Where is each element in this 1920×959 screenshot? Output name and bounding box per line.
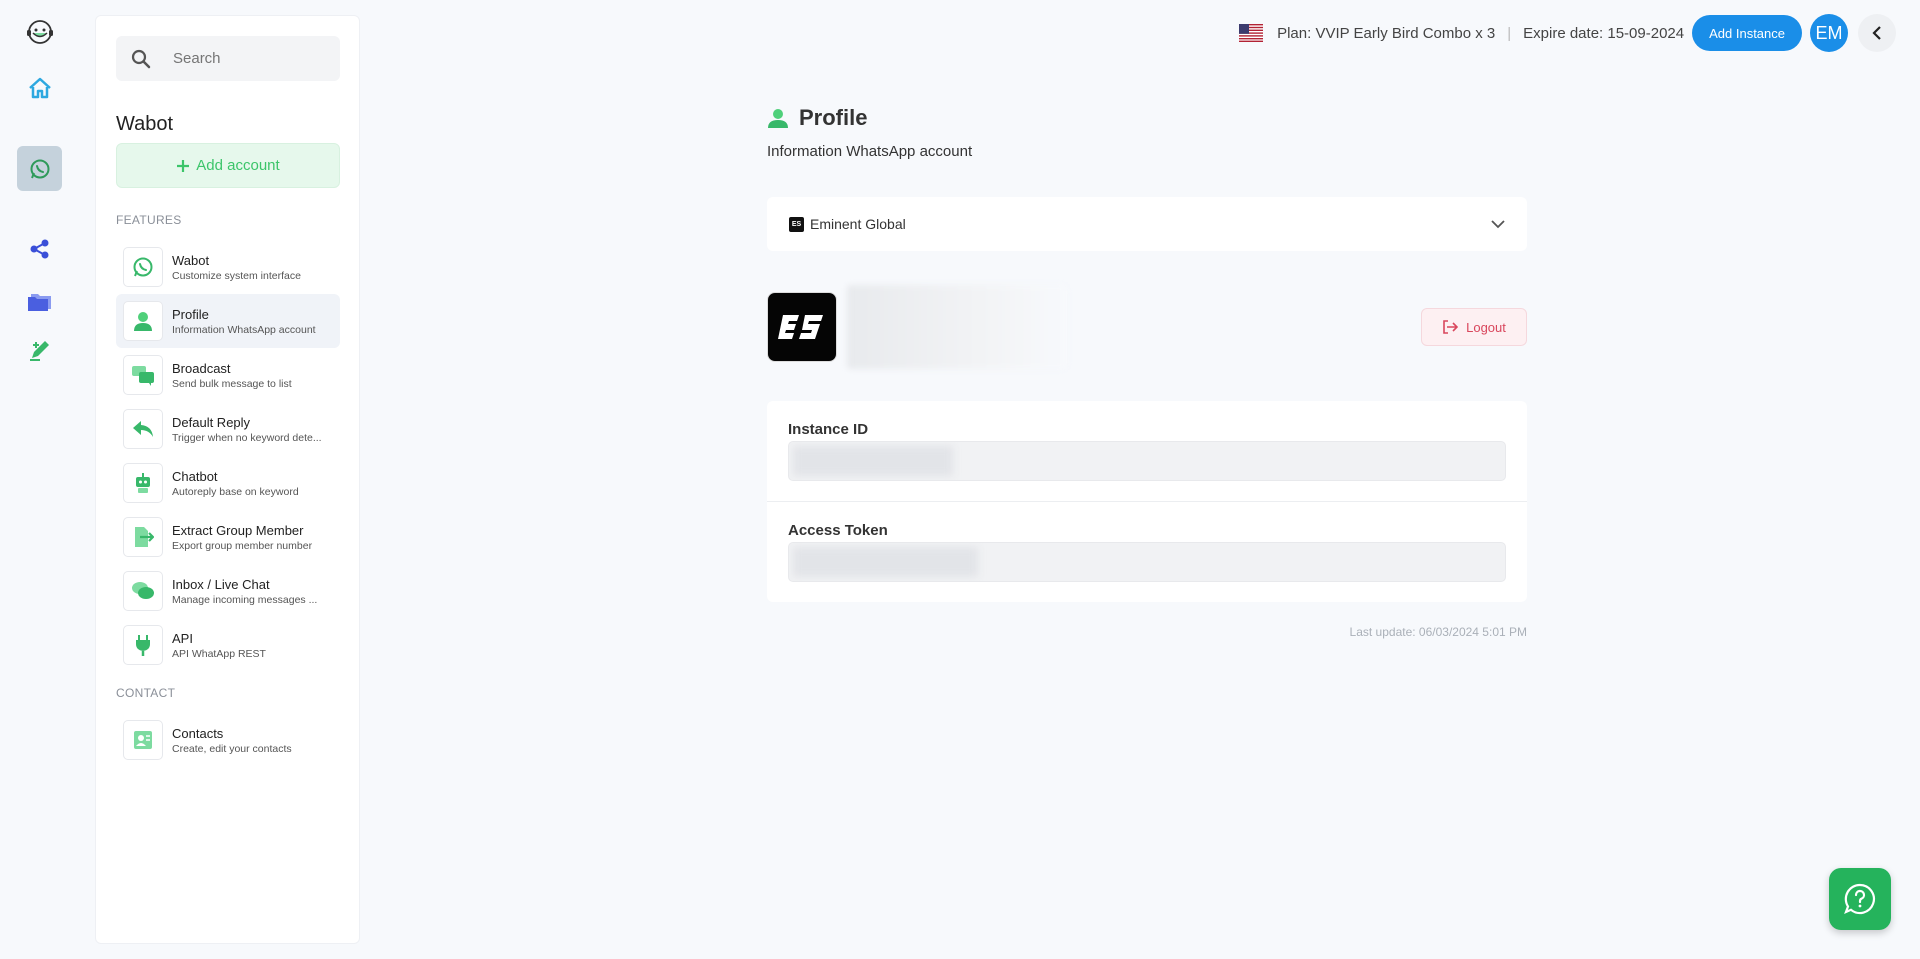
feature-wabot[interactable]: Wabot Customize system interface — [116, 240, 340, 294]
feature-title: Profile — [172, 306, 209, 322]
feature-subtitle: Export group member number — [172, 539, 313, 552]
instance-id-field: Instance ID — [767, 401, 1527, 501]
access-token-label: Access Token — [788, 522, 888, 539]
feature-subtitle: Customize system interface — [172, 269, 301, 282]
account-select[interactable]: ES Eminent Global — [767, 197, 1527, 251]
feature-subtitle: Send bulk message to list — [172, 377, 292, 390]
logout-label: Logout — [1466, 319, 1506, 335]
feature-broadcast[interactable]: Broadcast Send bulk message to list — [116, 348, 340, 402]
feature-title: Inbox / Live Chat — [172, 576, 270, 592]
separator: | — [1507, 24, 1512, 42]
user-icon — [123, 301, 163, 341]
feature-api[interactable]: API API WhatApp REST — [116, 618, 340, 672]
search-icon — [131, 49, 151, 68]
home-icon[interactable] — [17, 65, 62, 110]
instance-id-label: Instance ID — [788, 421, 869, 438]
help-chat-button[interactable] — [1829, 868, 1891, 930]
logout-button[interactable]: Logout — [1421, 308, 1527, 346]
access-token-field: Access Token — [767, 501, 1527, 602]
file-export-icon — [123, 517, 163, 557]
reply-icon — [123, 409, 163, 449]
feature-contacts[interactable]: Contacts Create, edit your contacts — [116, 713, 340, 767]
access-token-value[interactable] — [788, 542, 1506, 582]
logout-icon — [1443, 320, 1459, 334]
chevron-left-icon — [1872, 26, 1881, 40]
sidebar: Wabot Add account FEATURES WabotCustomiz… — [95, 15, 360, 944]
last-update-text: Last update: 06/03/2024 5:01 PM — [1349, 625, 1527, 639]
feature-title: Chatbot — [172, 468, 218, 484]
us-flag-icon — [1239, 24, 1264, 42]
feature-title: Extract Group Member — [172, 522, 304, 538]
feature-subtitle: Information WhatsApp account — [172, 323, 316, 336]
add-account-label: Add account — [196, 157, 280, 174]
edit-icon[interactable] — [17, 327, 62, 372]
feature-title: Contacts — [172, 725, 224, 741]
robot-icon — [123, 463, 163, 503]
plug-icon — [123, 625, 163, 665]
sidebar-title: Wabot — [116, 113, 174, 135]
feature-subtitle: Autoreply base on keyword — [172, 485, 299, 498]
page-subtitle: Information WhatsApp account — [767, 143, 973, 160]
support-bot-icon[interactable] — [17, 10, 62, 55]
feature-subtitle: Trigger when no keyword dete... — [172, 431, 322, 444]
search-input[interactable] — [173, 50, 323, 67]
add-account-button[interactable]: Add account — [116, 143, 340, 188]
feature-title: Wabot — [172, 252, 210, 268]
feature-inbox-live-chat[interactable]: Inbox / Live Chat Manage incoming message… — [116, 564, 340, 618]
chat-icon — [123, 571, 163, 611]
contact-card-icon — [123, 720, 163, 760]
folder-icon[interactable] — [17, 277, 62, 322]
whatsapp-icon — [123, 247, 163, 287]
features-section-label: FEATURES — [116, 213, 182, 227]
question-chat-icon — [1844, 883, 1875, 915]
user-icon — [768, 109, 788, 128]
avatar[interactable]: EM — [1810, 14, 1848, 52]
instance-id-value[interactable] — [788, 441, 1506, 481]
chevron-down-icon — [1491, 220, 1505, 229]
credentials-panel: Instance ID Access Token — [767, 401, 1527, 602]
feature-title: API — [172, 630, 193, 646]
profile-logo — [767, 292, 837, 362]
whatsapp-icon[interactable] — [17, 146, 62, 191]
account-logo: ES — [789, 216, 804, 232]
feature-subtitle: Create, edit your contacts — [172, 742, 292, 755]
feature-extract-group-member[interactable]: Extract Group Member Export group member … — [116, 510, 340, 564]
icon-rail — [0, 0, 80, 959]
collapse-button[interactable] — [1858, 14, 1896, 52]
feature-subtitle: API WhatApp REST — [172, 647, 266, 660]
add-instance-button[interactable]: Add Instance — [1692, 15, 1802, 51]
profile-row: Logout — [767, 283, 1527, 371]
feature-default-reply[interactable]: Default Reply Trigger when no keyword det… — [116, 402, 340, 456]
feature-profile[interactable]: Profile Information WhatsApp account — [116, 294, 340, 348]
feature-chatbot[interactable]: Chatbot Autoreply base on keyword — [116, 456, 340, 510]
feature-title: Broadcast — [172, 360, 231, 376]
feature-subtitle: Manage incoming messages ... — [172, 593, 318, 606]
contact-section-label: CONTACT — [116, 686, 176, 700]
expire-date-text: Expire date: 15-09-2024 — [1523, 24, 1685, 42]
profile-info-redacted — [847, 285, 1067, 369]
page-title: Profile — [767, 105, 1527, 131]
top-bar: Plan: VVIP Early Bird Combo x 3 | Expire… — [1239, 14, 1896, 52]
selected-account-name: Eminent Global — [810, 216, 906, 232]
share-icon[interactable] — [17, 226, 62, 271]
search-box[interactable] — [116, 36, 340, 81]
plus-icon — [177, 159, 190, 172]
chat-bubbles-icon — [123, 355, 163, 395]
plan-text: Plan: VVIP Early Bird Combo x 3 — [1277, 24, 1496, 42]
feature-title: Default Reply — [172, 414, 251, 430]
main-content: Profile Information WhatsApp account ES … — [767, 105, 1527, 639]
page-title-text: Profile — [799, 105, 868, 130]
